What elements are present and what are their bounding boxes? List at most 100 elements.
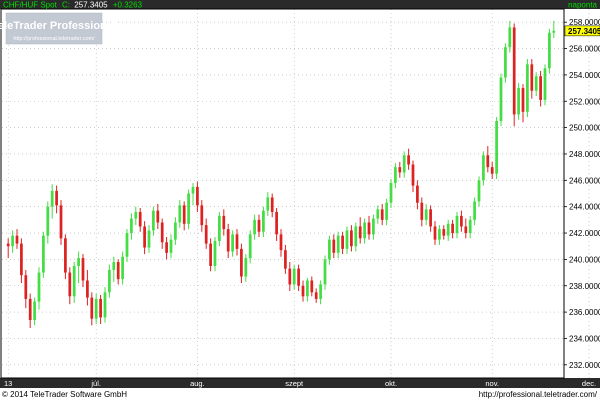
y-tick-label: 236.0000 (569, 308, 600, 317)
candle-body (345, 230, 349, 249)
y-tick-label: 250.0000 (569, 124, 600, 133)
candle-body (429, 209, 432, 227)
candle-body (468, 219, 472, 234)
candle-body (495, 121, 498, 174)
candle-body (367, 222, 371, 235)
candle-body (94, 298, 98, 319)
candle-body (11, 235, 14, 247)
candle-body (130, 218, 133, 234)
candle-body (20, 243, 23, 276)
candle-body (68, 272, 72, 297)
candle-body (46, 206, 50, 236)
candle-body (512, 27, 516, 115)
period-label: naponta (568, 1, 597, 10)
candle-body (86, 280, 89, 298)
candle-body (552, 30, 556, 33)
candle-body (50, 190, 54, 207)
chart-canvas: CHF/HUF Spot C: 257.3405 +0.3263 naponta… (0, 0, 600, 400)
candle-body (424, 209, 428, 220)
candle-body (341, 235, 344, 249)
y-tick-label: 246.0000 (569, 176, 600, 185)
candle-body (534, 76, 538, 91)
candle-body (275, 211, 278, 235)
x-tick-label: nov. (485, 379, 499, 388)
x-tick-label: júl. (90, 379, 101, 388)
candle-body (112, 262, 116, 270)
y-tick-label: 242.0000 (569, 229, 600, 238)
candle-body (156, 210, 160, 223)
candle-body (24, 275, 28, 299)
candle-body (442, 229, 446, 236)
y-tick-label: 256.0000 (569, 45, 600, 54)
candle-body (37, 272, 41, 302)
candle-body (121, 256, 124, 280)
candle-body (200, 205, 204, 226)
candle-body (134, 211, 138, 219)
candle-body (81, 258, 85, 281)
candle-body (517, 88, 520, 115)
candle-body (64, 238, 67, 273)
candle-body (358, 226, 362, 239)
candle-body (55, 190, 58, 206)
candle-body (446, 223, 450, 236)
y-tick-label: 234.0000 (569, 334, 600, 343)
candle-body (398, 167, 402, 173)
x-tick-label: dec. (582, 379, 596, 388)
copyright-text: © 2014 TeleTrader Software GmbH (2, 390, 127, 399)
candle-body (191, 186, 195, 194)
candle-body (33, 301, 36, 321)
candle-body (411, 164, 415, 186)
candle-body (279, 234, 283, 251)
candle-body (169, 239, 173, 253)
candle-body (297, 268, 300, 286)
candle-body (182, 205, 186, 224)
candle-body (394, 167, 397, 183)
candlestick-chart: CHF/HUF Spot C: 257.3405 +0.3263 naponta… (0, 0, 600, 400)
candle-body (270, 197, 274, 212)
candle-body (407, 155, 410, 165)
x-tick-label: okt. (385, 379, 397, 388)
candle-body (42, 235, 45, 273)
candle-body (486, 155, 490, 168)
candle-body (336, 235, 340, 253)
candle-body (323, 259, 327, 285)
candle-body (354, 226, 358, 247)
candle-body (204, 225, 208, 244)
candle-body (508, 27, 512, 48)
y-tick-label: 244.0000 (569, 203, 600, 212)
candle-body (103, 292, 107, 318)
candle-body (477, 180, 481, 202)
candle-body (526, 64, 529, 112)
candle-body (380, 209, 384, 220)
candle-body (222, 215, 226, 230)
candle-body (213, 240, 217, 266)
candle-body (314, 292, 318, 299)
candle-body (301, 285, 305, 297)
candle-body (160, 222, 164, 243)
candle-body (226, 229, 230, 252)
candle-body (165, 242, 168, 253)
candle-body (196, 186, 199, 206)
candle-body (416, 185, 419, 203)
candle-body (319, 284, 322, 299)
candle-body (125, 233, 129, 257)
candle-body (209, 243, 212, 266)
candle-body (473, 201, 476, 220)
y-tick-label: 232.0000 (569, 361, 600, 370)
candle-body (482, 155, 485, 181)
y-tick-label: 254.0000 (569, 71, 600, 80)
candle-body (332, 239, 336, 253)
candle-body (539, 76, 542, 100)
x-tick-label: szept (285, 379, 304, 388)
y-tick-label: 240.0000 (569, 255, 600, 264)
candle-body (116, 262, 120, 280)
candle-body (543, 68, 547, 100)
footer-url[interactable]: http://professional.teletrader.com/ (479, 390, 598, 399)
candle-body (288, 268, 292, 285)
candle-body (310, 280, 314, 293)
candle-body (464, 226, 468, 234)
candle-body (244, 258, 248, 277)
candle-body (235, 234, 239, 249)
x-tick-label: aug. (190, 379, 205, 388)
y-tick-label: 248.0000 (569, 150, 600, 159)
